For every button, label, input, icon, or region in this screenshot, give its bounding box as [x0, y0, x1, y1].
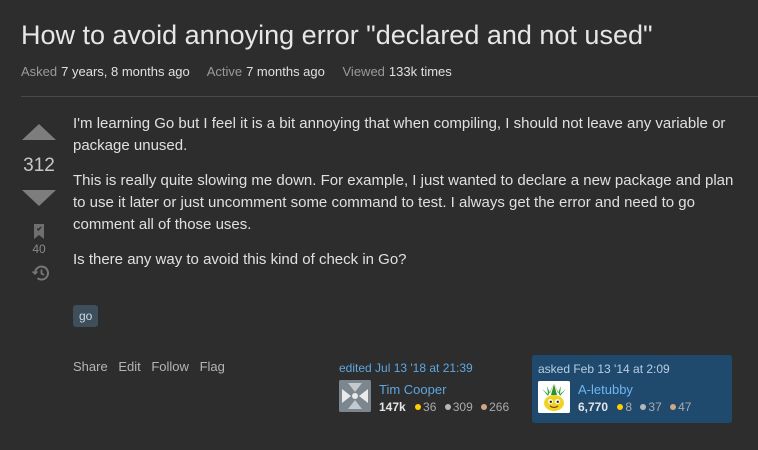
bronze-badge-icon [670, 404, 677, 410]
bookmark-icon[interactable] [33, 224, 45, 239]
silver-count: 309 [452, 400, 473, 414]
edited-time[interactable]: edited Jul 13 '18 at 21:39 [339, 361, 473, 375]
bronze-count: 266 [489, 400, 510, 414]
share-link[interactable]: Share [73, 359, 108, 374]
asker-name[interactable]: A-letubby [578, 382, 633, 397]
asked-value: 7 years, 8 months ago [61, 64, 190, 79]
avatar[interactable] [339, 380, 371, 412]
bookmark-count: 40 [32, 242, 46, 256]
asked-label: Asked [21, 64, 58, 79]
gold-count: 36 [423, 400, 437, 414]
gold-count: 8 [625, 400, 633, 414]
editor-reputation: 147k 36 309 266 [379, 400, 512, 414]
silver-badge-icon [640, 404, 647, 410]
question-meta: Asked 7 years, 8 months ago Active 7 month… [21, 64, 466, 79]
history-icon[interactable] [29, 264, 49, 282]
gold-badge-icon [617, 404, 624, 410]
upvote-arrow-icon[interactable] [22, 124, 56, 140]
active-value[interactable]: 7 months ago [246, 64, 325, 79]
follow-link[interactable]: Follow [151, 359, 189, 374]
viewed-value: 133k times [388, 64, 452, 79]
editor-name[interactable]: Tim Cooper [379, 382, 446, 397]
silver-count: 37 [648, 400, 662, 414]
reputation-score: 147k [379, 400, 406, 414]
body-paragraph: This is really quite slowing me down. Fo… [73, 172, 734, 233]
bronze-count: 47 [678, 400, 692, 414]
asker-reputation: 6,770 8 37 47 [578, 400, 694, 414]
question-title[interactable]: How to avoid annoying error "declared an… [21, 20, 653, 51]
silver-badge-icon [444, 404, 451, 410]
editor-avatar-icon [339, 380, 371, 412]
downvote-arrow-icon[interactable] [22, 190, 56, 206]
viewed-label: Viewed [342, 64, 385, 79]
gold-badge-icon [415, 404, 422, 410]
flag-link[interactable]: Flag [200, 359, 225, 374]
vote-count: 312 [23, 155, 55, 176]
avatar[interactable] [538, 381, 570, 413]
vote-cell: 312 40 [20, 118, 58, 282]
asker-card: asked Feb 13 '14 at 2:09 A-letubby 6,770… [532, 355, 732, 423]
post-actions: Share Edit Follow Flag [73, 359, 232, 374]
active-label: Active [206, 64, 243, 79]
reputation-score: 6,770 [578, 400, 609, 414]
bronze-badge-icon [481, 404, 488, 410]
tag-go[interactable]: go [73, 305, 99, 327]
pineapple-avatar-icon [538, 381, 570, 413]
body-paragraph: Is there any way to avoid this kind of c… [73, 251, 407, 268]
asked-time[interactable]: asked Feb 13 '14 at 2:09 [538, 362, 670, 376]
question-body: I'm learning Go but I feel it is a bit a… [73, 113, 738, 284]
edit-link[interactable]: Edit [118, 359, 140, 374]
body-paragraph: I'm learning Go but I feel it is a bit a… [73, 115, 726, 154]
header-divider [21, 96, 758, 97]
